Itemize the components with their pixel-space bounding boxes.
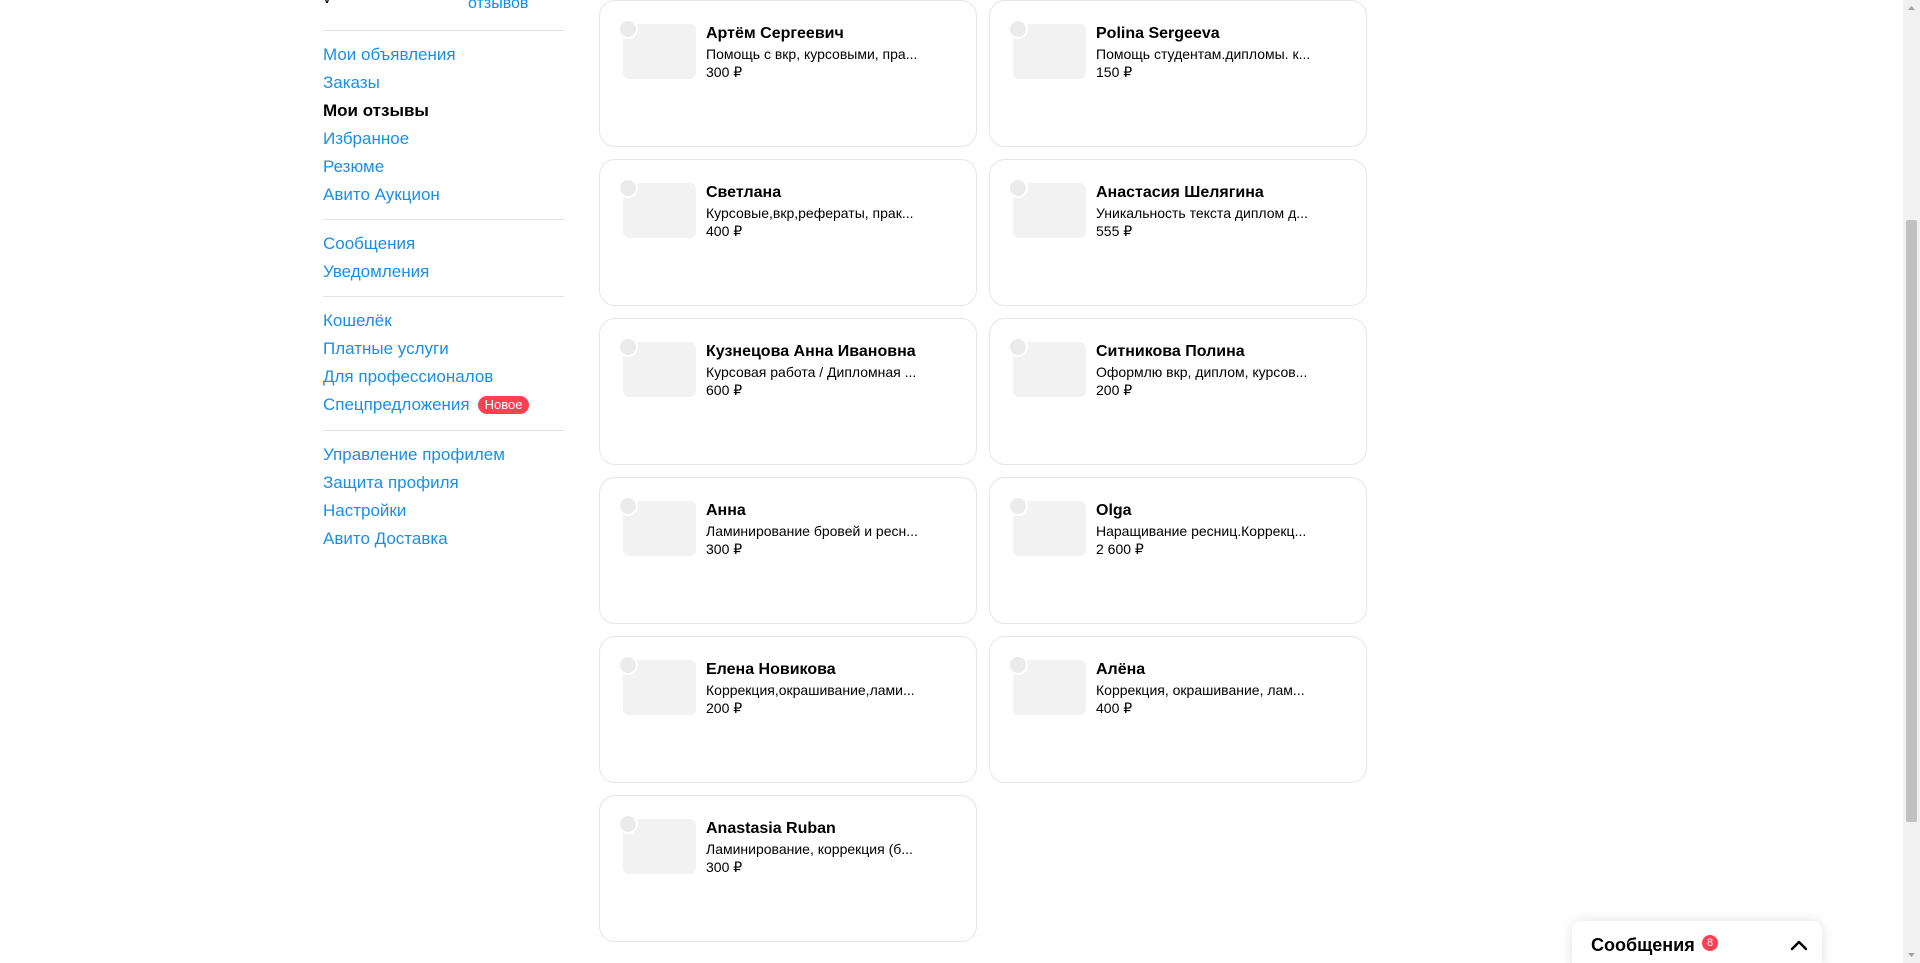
seller-name[interactable]: Olga xyxy=(1096,502,1132,520)
scrollbar-thumb[interactable] xyxy=(1906,220,1917,822)
review-card[interactable]: Anastasia Ruban Ламинирование, коррекция … xyxy=(599,795,977,942)
divider xyxy=(323,430,564,431)
listing-price: 200 ₽ xyxy=(706,700,743,716)
listing-price: 600 ₽ xyxy=(706,382,743,398)
review-card[interactable]: Olga Наращивание ресниц.Коррекц... 2 600 ₽ xyxy=(989,477,1367,624)
review-card[interactable]: Ситникова Полина Оформлю вкр, диплом, кур… xyxy=(989,318,1367,465)
unread-count-badge: 8 xyxy=(1702,935,1718,951)
avatar xyxy=(1008,337,1028,357)
listing-title[interactable]: Помощь с вкр, курсовыми, пра... xyxy=(706,46,936,62)
review-card[interactable]: Кузнецова Анна Ивановна Курсовая работа /… xyxy=(599,318,977,465)
avatar xyxy=(1008,178,1028,198)
sidebar-item-paid-services[interactable]: Платные услуги xyxy=(323,338,449,360)
top-cut-rating: ѵ xyxy=(323,0,333,8)
seller-name[interactable]: Артём Сергеевич xyxy=(706,25,844,43)
divider xyxy=(323,219,564,220)
sidebar-item-special-offers-row[interactable]: Спецпредложения Новое xyxy=(323,394,530,416)
sidebar-item-special-offers[interactable]: Спецпредложения xyxy=(323,395,470,414)
divider xyxy=(323,296,564,297)
messenger-title: Сообщения xyxy=(1591,935,1695,955)
seller-name[interactable]: Кузнецова Анна Ивановна xyxy=(706,343,916,361)
listing-price: 555 ₽ xyxy=(1096,223,1133,239)
listing-price: 400 ₽ xyxy=(1096,700,1133,716)
avatar xyxy=(618,19,638,39)
sidebar-item-wallet[interactable]: Кошелёк xyxy=(323,310,392,332)
sidebar-item-settings[interactable]: Настройки xyxy=(323,500,406,522)
seller-name[interactable]: Елена Новикова xyxy=(706,661,836,679)
avatar xyxy=(618,178,638,198)
listing-price: 300 ₽ xyxy=(706,859,743,875)
sidebar-item-resume[interactable]: Резюме xyxy=(323,156,384,178)
scroll-up-arrow-icon[interactable] xyxy=(1903,0,1920,17)
listing-title[interactable]: Коррекция, окрашивание, лам... xyxy=(1096,682,1326,698)
sidebar-item-favorites[interactable]: Избранное xyxy=(323,128,409,150)
avatar xyxy=(618,814,638,834)
avatar xyxy=(618,655,638,675)
review-card[interactable]: Анна Ламинирование бровей и ресн... 300 ₽ xyxy=(599,477,977,624)
listing-title[interactable]: Наращивание ресниц.Коррекц... xyxy=(1096,523,1326,539)
avatar xyxy=(1008,19,1028,39)
listing-title[interactable]: Помощь студентам.дипломы. к... xyxy=(1096,46,1326,62)
divider xyxy=(323,30,564,31)
sidebar-item-notifications[interactable]: Уведомления xyxy=(323,261,429,283)
review-card[interactable]: Елена Новикова Коррекция,окрашивание,лами… xyxy=(599,636,977,783)
avatar xyxy=(1008,496,1028,516)
listing-title[interactable]: Оформлю вкр, диплом, курсов... xyxy=(1096,364,1326,380)
listing-title[interactable]: Уникальность текста диплом д... xyxy=(1096,205,1326,221)
listing-price: 300 ₽ xyxy=(706,64,743,80)
messenger-widget[interactable]: Сообщения 8 xyxy=(1572,921,1822,963)
sidebar-item-my-ads[interactable]: Мои объявления xyxy=(323,44,456,66)
review-card[interactable]: Алёна Коррекция, окрашивание, лам... 400 ₽ xyxy=(989,636,1367,783)
listing-price: 300 ₽ xyxy=(706,541,743,557)
avatar xyxy=(618,496,638,516)
seller-name[interactable]: Polina Sergeeva xyxy=(1096,25,1220,43)
sidebar-item-auction[interactable]: Авито Аукцион xyxy=(323,184,440,206)
seller-name[interactable]: Светлана xyxy=(706,184,781,202)
seller-name[interactable]: Anastasia Ruban xyxy=(706,820,836,838)
sidebar-item-profile-protection[interactable]: Защита профиля xyxy=(323,472,459,494)
sidebar-item-my-reviews[interactable]: Мои отзывы xyxy=(323,100,429,122)
new-badge: Новое xyxy=(477,396,530,414)
sidebar-item-avito-delivery[interactable]: Авито Доставка xyxy=(323,528,448,550)
listing-price: 200 ₽ xyxy=(1096,382,1133,398)
seller-name[interactable]: Анна xyxy=(706,502,746,520)
sidebar-item-orders[interactable]: Заказы xyxy=(323,72,380,94)
listing-title[interactable]: Коррекция,окрашивание,лами... xyxy=(706,682,936,698)
seller-name[interactable]: Анастасия Шелягина xyxy=(1096,184,1264,202)
review-card[interactable]: Артём Сергеевич Помощь с вкр, курсовыми, … xyxy=(599,0,977,147)
chevron-up-icon[interactable] xyxy=(1787,935,1811,955)
listing-title[interactable]: Курсовые,вкр,рефераты, прак... xyxy=(706,205,936,221)
sidebar-item-profile-management[interactable]: Управление профилем xyxy=(323,444,505,466)
scroll-down-arrow-icon[interactable] xyxy=(1903,946,1920,963)
review-card[interactable]: Светлана Курсовые,вкр,рефераты, прак... 40… xyxy=(599,159,977,306)
sidebar-item-messages[interactable]: Сообщения xyxy=(323,233,415,255)
seller-name[interactable]: Алёна xyxy=(1096,661,1145,679)
sidebar-item-for-professionals[interactable]: Для профессионалов xyxy=(323,366,493,388)
review-card[interactable]: Polina Sergeeva Помощь студентам.дипломы.… xyxy=(989,0,1367,147)
avatar xyxy=(1008,655,1028,675)
avatar xyxy=(618,337,638,357)
listing-price: 150 ₽ xyxy=(1096,64,1133,80)
listing-title[interactable]: Ламинирование, коррекция (б... xyxy=(706,841,936,857)
listing-title[interactable]: Курсовая работа / Дипломная ... xyxy=(706,364,936,380)
listing-price: 400 ₽ xyxy=(706,223,743,239)
listing-price: 2 600 ₽ xyxy=(1096,541,1144,557)
review-card[interactable]: Анастасия Шелягина Уникальность текста ди… xyxy=(989,159,1367,306)
top-cut-link[interactable]: отзывов xyxy=(468,0,528,14)
seller-name[interactable]: Ситникова Полина xyxy=(1096,343,1245,361)
listing-title[interactable]: Ламинирование бровей и ресн... xyxy=(706,523,936,539)
